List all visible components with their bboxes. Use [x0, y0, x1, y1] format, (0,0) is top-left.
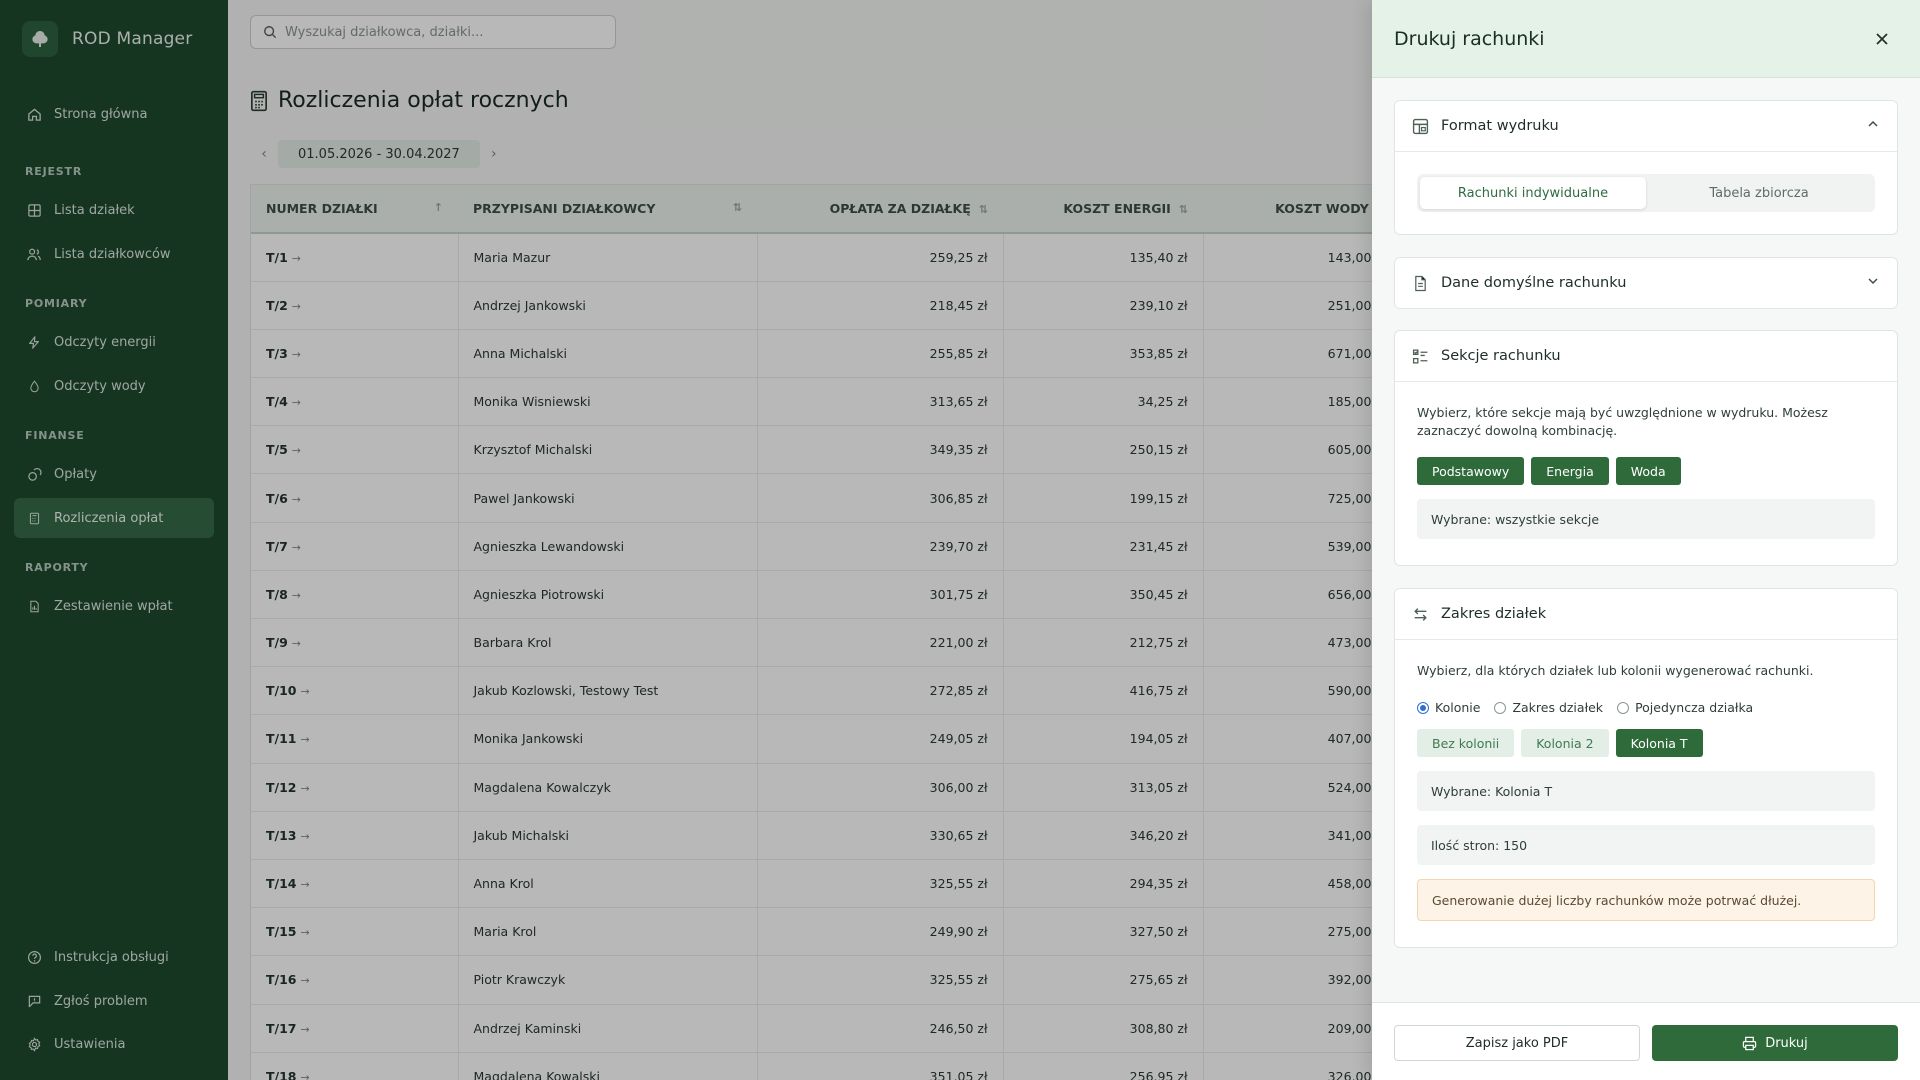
colony-chips: Bez kolonii Kolonia 2 Kolonia T: [1417, 729, 1875, 757]
section-chips: Podstawowy Energia Woda: [1417, 457, 1875, 485]
chevron-up-icon[interactable]: [1867, 118, 1879, 130]
card-title: Sekcje rachunku: [1441, 348, 1561, 364]
printer-icon: [1742, 1036, 1757, 1051]
radio-dot: [1494, 701, 1507, 714]
section-chip-water[interactable]: Woda: [1615, 457, 1681, 485]
defaults-card-header[interactable]: Dane domyślne rachunku: [1395, 258, 1897, 308]
range-description: Wybierz, dla których działek lub kolonii…: [1417, 663, 1814, 678]
card-title: Dane domyślne rachunku: [1441, 275, 1627, 291]
save-pdf-button[interactable]: Zapisz jako PDF: [1394, 1025, 1640, 1061]
colony-selected-info: Wybrane: Kolonia T: [1417, 771, 1875, 811]
sections-selected-info: Wybrane: wszystkie sekcje: [1417, 499, 1875, 539]
close-icon[interactable]: [1870, 27, 1894, 51]
modal-overlay[interactable]: [0, 0, 1372, 1080]
range-card-body: Wybierz, dla których działek lub kolonii…: [1395, 639, 1897, 921]
drawer-footer: Zapisz jako PDF Drukuj: [1372, 1002, 1920, 1080]
range-card-header: Zakres działek: [1395, 589, 1897, 639]
format-option-individual[interactable]: Rachunki indywidualne: [1420, 177, 1646, 209]
radio-colonies[interactable]: Kolonie: [1417, 700, 1480, 715]
sections-description: Wybierz, które sekcje mają być uwzględni…: [1417, 405, 1828, 438]
range-card: Zakres działek Wybierz, dla których dzia…: [1394, 588, 1898, 948]
format-card: Format wydruku Rachunki indywidualne Tab…: [1394, 100, 1898, 235]
swap-arrows-icon: [1411, 605, 1429, 623]
warning-box: Generowanie dużej liczby rachunków może …: [1417, 879, 1875, 921]
section-chip-basic[interactable]: Podstawowy: [1417, 457, 1525, 485]
format-card-header[interactable]: Format wydruku: [1395, 101, 1897, 151]
radio-label: Zakres działek: [1512, 700, 1604, 715]
document-icon: [1411, 274, 1429, 292]
print-drawer: Drukuj rachunki Format wydruku Rachunki …: [1372, 0, 1920, 1080]
colony-chip-none[interactable]: Bez kolonii: [1417, 729, 1515, 757]
sections-card: Sekcje rachunku Wybierz, które sekcje ma…: [1394, 330, 1898, 566]
format-card-body: Rachunki indywidualne Tabela zbiorcza: [1395, 151, 1897, 212]
radio-label: Pojedyncza działka: [1635, 700, 1754, 715]
page-count-info: Ilość stron: 150: [1417, 825, 1875, 865]
defaults-card: Dane domyślne rachunku: [1394, 257, 1898, 309]
card-title: Zakres działek: [1441, 606, 1547, 622]
drawer-title: Drukuj rachunki: [1394, 27, 1545, 50]
colony-chip-2[interactable]: Kolonia 2: [1521, 729, 1609, 757]
section-chip-energy[interactable]: Energia: [1531, 457, 1609, 485]
print-button-label: Drukuj: [1765, 1035, 1808, 1051]
radio-single-plot[interactable]: Pojedyncza działka: [1617, 700, 1753, 715]
radio-label: Kolonie: [1435, 700, 1481, 715]
sections-card-header: Sekcje rachunku: [1395, 331, 1897, 381]
radio-dot: [1617, 701, 1630, 714]
layout-icon: [1411, 117, 1429, 135]
radio-dot: [1417, 701, 1429, 714]
checklist-icon: [1411, 347, 1429, 365]
card-title: Format wydruku: [1441, 118, 1559, 134]
radio-plot-range[interactable]: Zakres działek: [1494, 700, 1603, 715]
format-option-summary-table[interactable]: Tabela zbiorcza: [1646, 177, 1872, 209]
sections-card-body: Wybierz, które sekcje mają być uwzględni…: [1395, 381, 1897, 539]
colony-chip-t[interactable]: Kolonia T: [1615, 729, 1703, 757]
range-radio-group: Kolonie Zakres działek Pojedyncza działk…: [1417, 700, 1875, 715]
chevron-down-icon[interactable]: [1867, 275, 1879, 287]
format-segmented-control: Rachunki indywidualne Tabela zbiorcza: [1417, 174, 1875, 212]
print-button[interactable]: Drukuj: [1652, 1025, 1898, 1061]
drawer-header: Drukuj rachunki: [1372, 0, 1920, 78]
